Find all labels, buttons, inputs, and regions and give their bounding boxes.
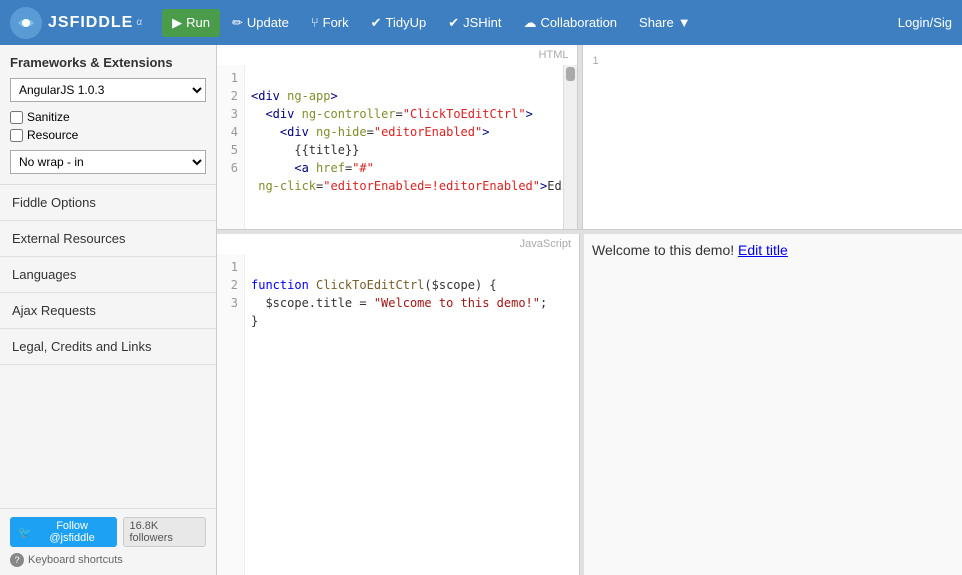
collab-icon: ☁ (523, 15, 536, 31)
edit-title-link[interactable]: Edit title (738, 242, 788, 258)
js-code-display[interactable]: function ClickToEditCtrl($scope) { $scop… (245, 254, 579, 575)
js-editor-header: JavaScript (217, 234, 579, 254)
sidebar-item-external-resources[interactable]: External Resources (0, 221, 216, 257)
fork-icon: ⑂ (311, 15, 319, 30)
js-editor-pane: JavaScript 123 function ClickToEditCtrl(… (217, 234, 580, 575)
html-line-numbers: 123456 (217, 65, 245, 229)
share-button[interactable]: Share ▼ (629, 9, 701, 36)
fork-button[interactable]: ⑂ Fork (301, 9, 359, 36)
update-button[interactable]: ✏ Update (222, 9, 299, 37)
sidebar: Frameworks & Extensions AngularJS 1.0.3 … (0, 45, 217, 575)
html-editor-content: 123456 <div ng-app> <div ng-controller="… (217, 65, 577, 229)
content-area: HTML 123456 <div ng-app> <div ng-control… (217, 45, 962, 575)
tidyup-icon: ✔ (371, 15, 382, 31)
sidebar-item-ajax-requests[interactable]: Ajax Requests (0, 293, 216, 329)
jshint-icon: ✔ (448, 15, 459, 31)
keyboard-shortcuts-link[interactable]: ? Keyboard shortcuts (10, 553, 206, 567)
sidebar-item-languages[interactable]: Languages (0, 257, 216, 293)
run-button[interactable]: ▶ Run (162, 9, 220, 37)
brand-alpha: α (136, 17, 142, 28)
resource-row: Resource (10, 128, 206, 142)
result-top-placeholder: 1 (593, 55, 599, 67)
login-button[interactable]: Login/Sig (898, 15, 952, 30)
nowrap-select[interactable]: No wrap - in (10, 150, 206, 174)
html-code-display[interactable]: <div ng-app> <div ng-controller="ClickTo… (245, 65, 563, 229)
twitter-follow-row: 🐦 Follow @jsfiddle 16.8K followers (10, 517, 206, 547)
sanitize-row: Sanitize (10, 110, 206, 124)
html-editor-pane: HTML 123456 <div ng-app> <div ng-control… (217, 45, 578, 229)
result-bottom-pane: Welcome to this demo! Edit title (584, 234, 962, 575)
frameworks-title: Frameworks & Extensions (10, 55, 206, 70)
tidyup-button[interactable]: ✔ TidyUp (361, 9, 437, 37)
html-label: HTML (535, 47, 573, 63)
bottom-editors-row: JavaScript 123 function ClickToEditCtrl(… (217, 234, 962, 575)
resource-label: Resource (27, 128, 78, 142)
twitter-icon: 🐦 (18, 526, 32, 539)
html-scrollbar[interactable] (563, 65, 577, 229)
navbar: JSFIDDLE α ▶ Run ✏ Update ⑂ Fork ✔ TidyU… (0, 0, 962, 45)
logo-icon (10, 7, 42, 39)
main-layout: Frameworks & Extensions AngularJS 1.0.3 … (0, 45, 962, 575)
keyboard-icon: ? (10, 553, 24, 567)
brand: JSFIDDLE α (10, 7, 142, 39)
brand-name: JSFIDDLE (48, 14, 133, 32)
followers-badge: 16.8K followers (123, 517, 207, 547)
jshint-button[interactable]: ✔ JSHint (438, 9, 511, 37)
resource-checkbox[interactable] (10, 129, 23, 142)
top-editors-row: HTML 123456 <div ng-app> <div ng-control… (217, 45, 962, 230)
html-editor-header: HTML (217, 45, 577, 65)
js-editor-content: 123 function ClickToEditCtrl($scope) { $… (217, 254, 579, 575)
js-line-numbers: 123 (217, 254, 245, 575)
share-dropdown-icon: ▼ (678, 15, 691, 30)
sidebar-item-fiddle-options[interactable]: Fiddle Options (0, 185, 216, 221)
sanitize-label: Sanitize (27, 110, 70, 124)
frameworks-section: Frameworks & Extensions AngularJS 1.0.3 … (0, 45, 216, 185)
update-icon: ✏ (232, 15, 243, 31)
js-label: JavaScript (516, 236, 575, 252)
sidebar-item-legal[interactable]: Legal, Credits and Links (0, 329, 216, 365)
run-icon: ▶ (172, 15, 182, 31)
twitter-follow-button[interactable]: 🐦 Follow @jsfiddle (10, 517, 117, 547)
framework-select[interactable]: AngularJS 1.0.3 (10, 78, 206, 102)
navbar-actions: ▶ Run ✏ Update ⑂ Fork ✔ TidyUp ✔ JSHint … (162, 9, 898, 37)
collaboration-button[interactable]: ☁ Collaboration (513, 9, 627, 37)
result-top-pane: 1 (582, 45, 962, 229)
result-output: Welcome to this demo! Edit title (592, 242, 788, 258)
sidebar-footer: 🐦 Follow @jsfiddle 16.8K followers ? Key… (0, 508, 216, 575)
sanitize-checkbox[interactable] (10, 111, 23, 124)
